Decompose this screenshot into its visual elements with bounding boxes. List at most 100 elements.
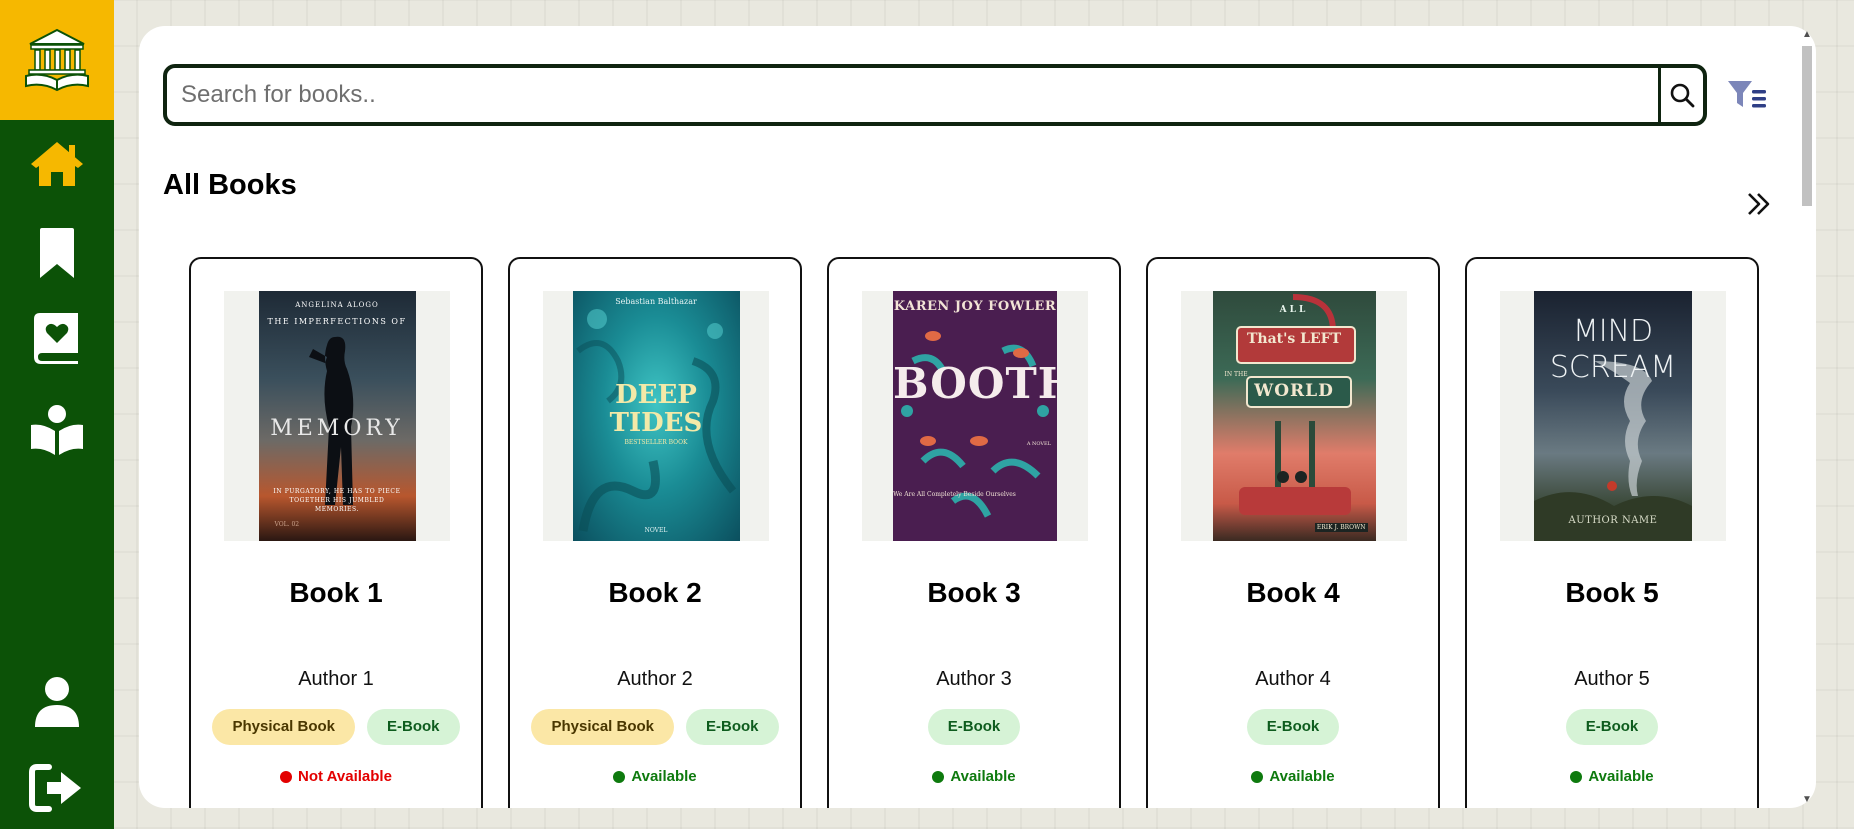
book-cover-image[interactable]: MIND SCREAM AUTHOR NAME — [1534, 291, 1692, 541]
status-dot — [1251, 770, 1264, 783]
cover-foot-text: NOVEL — [644, 527, 668, 534]
user-icon — [35, 677, 79, 727]
book-author: Author 1 — [298, 668, 374, 690]
format-tags: Physical Book E-Book — [191, 709, 481, 745]
cover-frame: Sebastian Balthazar DEEP TIDES BESTSELLE… — [543, 291, 769, 541]
library-logo[interactable] — [0, 0, 114, 120]
availability-status: Available — [1467, 768, 1757, 785]
availability-text: Not Available — [298, 768, 392, 785]
book-cover-image[interactable]: ALL That's LEFT IN THE WORLD ERIK J. BRO… — [1212, 291, 1376, 541]
search-icon — [1670, 83, 1695, 108]
tag-ebook: E-Book — [367, 709, 460, 745]
library-logo-icon — [20, 26, 94, 94]
filter-button[interactable] — [1723, 74, 1771, 116]
cover-title-line-1: MIND — [1572, 314, 1654, 349]
sidebar-item-favorites[interactable] — [0, 306, 114, 370]
tag-ebook: E-Book — [1246, 709, 1340, 745]
book-title: Book 4 — [1246, 577, 1340, 608]
bookmark-icon — [40, 228, 74, 278]
cover-title-text: MEMORY — [270, 416, 404, 441]
favorite-book-icon — [34, 313, 78, 364]
availability-text: Available — [1269, 768, 1335, 785]
book-title: Book 1 — [289, 577, 383, 608]
book-cover-image[interactable]: KAREN JOY FOWLER BOOTH A NOVEL We Are Al… — [893, 291, 1057, 541]
sidebar-item-home[interactable] — [0, 132, 114, 196]
double-chevron-right-icon — [1748, 193, 1770, 215]
availability-status: Not Available — [191, 768, 481, 785]
cover-frame: ALL That's LEFT IN THE WORLD ERIK J. BRO… — [1181, 291, 1407, 541]
availability-text: Available — [1588, 768, 1654, 785]
book-card[interactable]: KAREN JOY FOWLER BOOTH A NOVEL We Are Al… — [827, 257, 1121, 808]
availability-status: Available — [1148, 768, 1438, 785]
book-card[interactable]: ALL That's LEFT IN THE WORLD ERIK J. BRO… — [1146, 257, 1440, 808]
book-cover-image[interactable]: ANGELINA ALOGO THE IMPERFECTIONS OF MEMO… — [258, 291, 416, 541]
sidebar-item-saved[interactable] — [0, 221, 114, 285]
sidebar-item-profile[interactable] — [0, 670, 114, 734]
tag-ebook: E-Book — [927, 709, 1021, 745]
cover-title-line-2: SCREAM — [1549, 350, 1677, 385]
cover-author-text: AUTHOR NAME — [1568, 515, 1658, 526]
status-dot — [932, 770, 945, 783]
format-tags: E-Book — [829, 709, 1119, 745]
see-all-button[interactable] — [1739, 184, 1779, 224]
format-tags: Physical Book E-Book — [510, 709, 800, 745]
book-card[interactable]: ANGELINA ALOGO THE IMPERFECTIONS OF MEMO… — [189, 257, 483, 808]
status-dot — [1570, 770, 1583, 783]
cover-title-line-2: WORLD — [1254, 381, 1334, 401]
cover-blurb-text: We Are All Completely Beside Ourselves — [893, 491, 1016, 498]
book-author: Author 3 — [936, 668, 1012, 690]
status-dot — [613, 770, 626, 783]
book-title: Book 5 — [1565, 577, 1659, 608]
cover-blurb-text: IN PURGATORY, HE HAS TO PIECE TOGETHER H… — [273, 488, 401, 513]
cover-volume-text: VOL. 02 — [274, 521, 300, 528]
cover-author-text: ERIK J. BROWN — [1314, 523, 1368, 532]
book-title: Book 2 — [608, 577, 702, 608]
sign-illustration — [1235, 294, 1356, 515]
format-tags: E-Book — [1148, 709, 1438, 745]
cover-title-text: BOOTH — [893, 359, 1057, 408]
scroll-thumb[interactable] — [1802, 46, 1812, 206]
cover-author-text: ANGELINA ALOGO — [295, 301, 379, 309]
reader-icon — [31, 405, 83, 455]
book-card[interactable]: Sebastian Balthazar DEEP TIDES BESTSELLE… — [508, 257, 802, 808]
cover-title-line-2: TIDES — [609, 408, 703, 438]
tag-ebook: E-Book — [1565, 709, 1659, 745]
scroll-down-arrow-icon[interactable]: ▼ — [1801, 794, 1813, 806]
logout-icon — [29, 764, 81, 812]
search-button[interactable] — [1661, 68, 1703, 122]
cover-frame: KAREN JOY FOWLER BOOTH A NOVEL We Are Al… — [862, 291, 1088, 541]
cover-side-text: A NOVEL — [1026, 441, 1051, 447]
cover-title-line-1: That's LEFT — [1246, 331, 1342, 347]
search-bar — [163, 64, 1707, 126]
format-tags: E-Book — [1467, 709, 1757, 745]
tag-physical-book: Physical Book — [212, 709, 356, 745]
availability-text: Available — [631, 768, 697, 785]
sidebar-item-reading[interactable] — [0, 398, 114, 462]
availability-status: Available — [510, 768, 800, 785]
cover-title-in-text: IN THE — [1224, 371, 1248, 378]
scroll-up-arrow-icon[interactable]: ▲ — [1801, 29, 1813, 41]
scrollbar[interactable]: ▲ ▼ — [1797, 26, 1816, 808]
cover-frame: ANGELINA ALOGO THE IMPERFECTIONS OF MEMO… — [224, 291, 450, 541]
cover-subtitle-text: BESTSELLER BOOK — [624, 439, 688, 446]
cover-title-line-1: DEEP — [615, 380, 697, 410]
tag-physical-book: Physical Book — [531, 709, 675, 745]
book-title: Book 3 — [927, 577, 1021, 608]
section-title: All Books — [163, 169, 297, 201]
availability-text: Available — [950, 768, 1016, 785]
main-panel: All Books ANGELINA ALOGO THE IMPERFECTIO… — [139, 26, 1816, 808]
cover-frame: MIND SCREAM AUTHOR NAME — [1500, 291, 1726, 541]
status-dot — [280, 770, 293, 783]
book-author: Author 4 — [1255, 668, 1331, 690]
book-card[interactable]: MIND SCREAM AUTHOR NAME Book 5 Author 5 … — [1465, 257, 1759, 808]
book-cover-image[interactable]: Sebastian Balthazar DEEP TIDES BESTSELLE… — [572, 291, 740, 541]
logout-button[interactable] — [0, 756, 114, 820]
book-author: Author 2 — [617, 668, 693, 690]
sidebar — [0, 0, 114, 829]
cover-subtitle-text: THE IMPERFECTIONS OF — [267, 317, 407, 326]
availability-status: Available — [829, 768, 1119, 785]
filter-icon — [1728, 81, 1766, 108]
search-input[interactable] — [167, 68, 1661, 122]
tag-ebook: E-Book — [686, 709, 779, 745]
floral-illustration — [901, 331, 1049, 518]
